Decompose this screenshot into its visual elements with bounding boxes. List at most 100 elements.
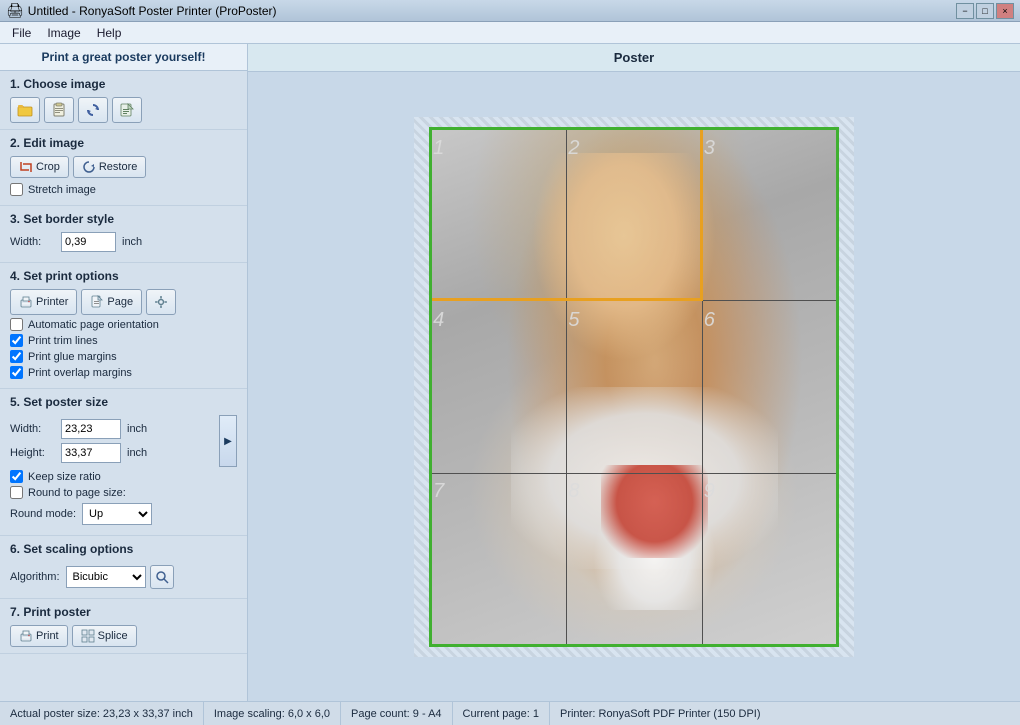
- restore-icon: [82, 160, 96, 174]
- section-border-style: 3. Set border style Width: inch: [0, 206, 247, 263]
- grid-h2: [429, 473, 839, 474]
- restore-button[interactable]: Restore: [73, 156, 147, 178]
- page-num-7: 7: [433, 480, 444, 503]
- titlebar-buttons: − □ ×: [956, 3, 1014, 19]
- section7-title: 7. Print poster: [10, 605, 237, 619]
- glue-margins-row: Print glue margins: [10, 350, 237, 363]
- page-num-8: 8: [568, 480, 579, 503]
- title-text: Untitled - RonyaSoft Poster Printer (Pro…: [28, 4, 277, 18]
- auto-orient-label: Automatic page orientation: [28, 319, 159, 331]
- rotate-button[interactable]: [78, 97, 108, 123]
- section-choose-image: 1. Choose image: [0, 71, 247, 130]
- clipboard-icon: [51, 102, 67, 118]
- clipboard-button[interactable]: [44, 97, 74, 123]
- right-panel: Poster: [248, 44, 1020, 701]
- stretch-label: Stretch image: [28, 184, 96, 196]
- splice-icon: [81, 629, 95, 643]
- poster-main: 1 2 3 4 5 6 7 8 9: [429, 127, 839, 647]
- settings-icon: [154, 295, 168, 309]
- status-printer: Printer: RonyaSoft PDF Printer (150 DPI): [550, 702, 1020, 725]
- glue-margins-label: Print glue margins: [28, 351, 117, 363]
- poster-header: Poster: [248, 44, 1020, 72]
- stretch-row: Stretch image: [10, 183, 237, 196]
- glue-margins-checkbox[interactable]: [10, 350, 23, 363]
- border-width-label: Width:: [10, 236, 55, 248]
- folder-open-icon: [17, 102, 33, 118]
- border-width-input[interactable]: [61, 232, 116, 252]
- print-icon: [19, 629, 33, 643]
- panel-header: Print a great poster yourself!: [0, 44, 247, 71]
- status-current-page: Current page: 1: [453, 702, 550, 725]
- keep-ratio-row: Keep size ratio: [10, 470, 237, 483]
- printer-button[interactable]: Printer: [10, 289, 77, 315]
- section5-title: 5. Set poster size: [10, 395, 237, 409]
- page-num-3: 3: [704, 137, 715, 160]
- algorithm-info-button[interactable]: [150, 565, 174, 589]
- section-print-poster: 7. Print poster Print: [0, 599, 247, 654]
- poster-width-unit: inch: [127, 423, 147, 435]
- statusbar: Actual poster size: 23,23 x 33,37 inch I…: [0, 701, 1020, 725]
- menu-file[interactable]: File: [4, 24, 39, 42]
- page-num-1: 1: [433, 137, 444, 160]
- poster-height-label: Height:: [10, 447, 55, 459]
- poster-size-scroll[interactable]: ▶: [219, 415, 237, 467]
- keep-ratio-checkbox[interactable]: [10, 470, 23, 483]
- trim-lines-label: Print trim lines: [28, 335, 98, 347]
- splice-button[interactable]: Splice: [72, 625, 137, 647]
- trim-lines-row: Print trim lines: [10, 334, 237, 347]
- splice-label: Splice: [98, 630, 128, 642]
- edit-buttons: Crop Restore: [10, 156, 237, 178]
- page-num-2: 2: [568, 137, 579, 160]
- grid-v2: [702, 127, 703, 647]
- page-icon: [90, 295, 104, 309]
- section3-title: 3. Set border style: [10, 212, 237, 226]
- overlap-margins-checkbox[interactable]: [10, 366, 23, 379]
- menu-image[interactable]: Image: [39, 24, 88, 42]
- print-button[interactable]: Print: [10, 625, 68, 647]
- auto-orient-row: Automatic page orientation: [10, 318, 237, 331]
- algorithm-select[interactable]: Bicubic Bilinear Nearest Neighbor: [66, 566, 146, 588]
- section-print-options: 4. Set print options Printer: [0, 263, 247, 389]
- crop-label: Crop: [36, 161, 60, 173]
- page-num-9: 9: [704, 480, 715, 503]
- page-options-button[interactable]: [146, 289, 176, 315]
- overlap-margins-row: Print overlap margins: [10, 366, 237, 379]
- maximize-button[interactable]: □: [976, 3, 994, 19]
- page-button[interactable]: Page: [81, 289, 142, 315]
- print-label: Print: [36, 630, 59, 642]
- edit-button[interactable]: [112, 97, 142, 123]
- trim-lines-checkbox[interactable]: [10, 334, 23, 347]
- auto-orient-checkbox[interactable]: [10, 318, 23, 331]
- round-mode-row: Round mode: Up Down Nearest: [10, 503, 237, 525]
- stretch-checkbox[interactable]: [10, 183, 23, 196]
- magnify-icon: [155, 570, 169, 584]
- round-to-page-checkbox[interactable]: [10, 486, 23, 499]
- rotate-icon: [85, 102, 101, 118]
- edit-icon: [119, 102, 135, 118]
- app-icon: 🖨: [6, 2, 24, 19]
- open-file-button[interactable]: [10, 97, 40, 123]
- status-page-count: Page count: 9 - A4: [341, 702, 453, 725]
- menu-help[interactable]: Help: [89, 24, 130, 42]
- status-poster-size: Actual poster size: 23,23 x 33,37 inch: [0, 702, 204, 725]
- printer-label: Printer: [36, 296, 68, 308]
- section-edit-image: 2. Edit image Crop Restore: [0, 130, 247, 206]
- left-panel: Print a great poster yourself! 1. Choose…: [0, 44, 248, 701]
- poster-height-input[interactable]: [61, 443, 121, 463]
- main-layout: Print a great poster yourself! 1. Choose…: [0, 44, 1020, 701]
- round-mode-select[interactable]: Up Down Nearest: [82, 503, 152, 525]
- section-scaling: 6. Set scaling options Algorithm: Bicubi…: [0, 536, 247, 599]
- strawberry-area: [601, 465, 708, 559]
- close-button[interactable]: ×: [996, 3, 1014, 19]
- crop-button[interactable]: Crop: [10, 156, 69, 178]
- face-area: [532, 153, 717, 361]
- print-option-buttons: Printer Page: [10, 289, 237, 315]
- round-to-page-row: Round to page size:: [10, 486, 237, 499]
- section6-title: 6. Set scaling options: [10, 542, 237, 556]
- minimize-button[interactable]: −: [956, 3, 974, 19]
- poster-width-row: Width: inch: [10, 419, 215, 439]
- round-to-page-label: Round to page size:: [28, 487, 126, 499]
- page-label: Page: [107, 296, 133, 308]
- round-mode-label: Round mode:: [10, 508, 76, 520]
- poster-width-input[interactable]: [61, 419, 121, 439]
